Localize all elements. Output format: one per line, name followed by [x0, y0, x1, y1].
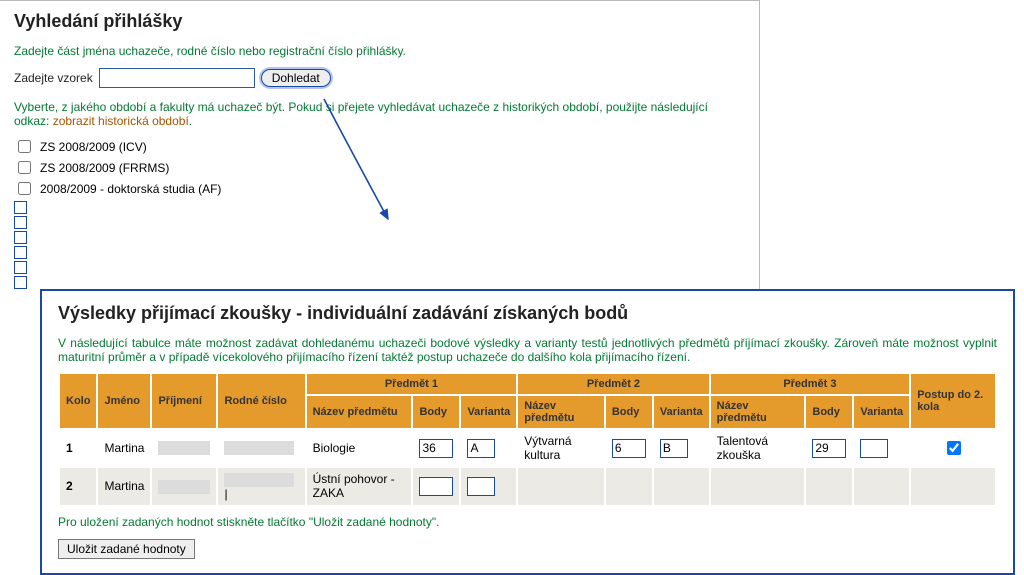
col-varianta: Varianta: [853, 395, 910, 429]
cell-jmeno: Martina: [97, 429, 151, 467]
table-row: 2 Martina | Ústní pohovor - ZAKA: [59, 467, 996, 506]
col-predmet1: Předmět 1: [306, 373, 518, 395]
cell-p1-name: Biologie: [306, 429, 413, 467]
cell-p3-name: Talentová zkouška: [710, 429, 806, 467]
col-nazev: Název předmětu: [517, 395, 605, 429]
search-label: Zadejte vzorek: [14, 71, 93, 85]
period-checkbox[interactable]: [18, 161, 31, 174]
col-kolo: Kolo: [59, 373, 97, 429]
col-predmet3: Předmět 3: [710, 373, 911, 395]
cell-postup: [910, 467, 996, 506]
save-button[interactable]: Uložit zadané hodnoty: [58, 539, 195, 559]
cell-p2-name: Výtvarná kultura: [517, 429, 605, 467]
period-checkbox-placeholder: [14, 246, 27, 259]
history-link[interactable]: zobrazit historická období: [53, 114, 189, 128]
period-checkbox-placeholder: [14, 231, 27, 244]
period-checkbox[interactable]: [18, 182, 31, 195]
save-hint: Pro uložení zadaných hodnot stiskněte tl…: [58, 515, 997, 529]
col-postup: Postup do 2. kola: [910, 373, 996, 429]
p1-var-input[interactable]: [467, 477, 495, 496]
period-label: ZS 2008/2009 (ICV): [40, 140, 147, 154]
cell-p3-body: [805, 467, 853, 506]
table-row: 1 Martina Biologie Výtvarná kultura Tale…: [59, 429, 996, 467]
cell-kolo: 1: [66, 441, 73, 455]
cell-p2-name: [517, 467, 605, 506]
cell-p1-name: Ústní pohovor - ZAKA: [306, 467, 413, 506]
p1-body-input[interactable]: [419, 439, 453, 458]
cell-rodne: [217, 429, 305, 467]
col-varianta: Varianta: [460, 395, 517, 429]
redacted: [224, 441, 294, 455]
search-panel: Vyhledání přihlášky Zadejte část jména u…: [0, 0, 760, 293]
p3-body-input[interactable]: [812, 439, 846, 458]
cell-jmeno: Martina: [97, 467, 151, 506]
col-body: Body: [412, 395, 460, 429]
period-checkbox-placeholder: [14, 276, 27, 289]
col-jmeno: Jméno: [97, 373, 151, 429]
search-form-row: Zadejte vzorek Dohledat: [14, 68, 745, 88]
period-checkbox-placeholder: [14, 261, 27, 274]
period-label: 2008/2009 - doktorská studia (AF): [40, 182, 221, 196]
period-item: 2008/2009 - doktorská studia (AF): [14, 178, 745, 199]
col-nazev: Název předmětu: [306, 395, 413, 429]
p3-var-input[interactable]: [860, 439, 888, 458]
cell-kolo: 2: [66, 479, 73, 493]
search-title: Vyhledání přihlášky: [14, 11, 745, 32]
results-panel: Výsledky přijímací zkoušky - individuáln…: [40, 289, 1015, 575]
redacted: [158, 480, 210, 494]
cell-prijmeni: [151, 467, 217, 506]
cell-p3-var: [853, 467, 910, 506]
col-body: Body: [805, 395, 853, 429]
cell-rodne: |: [217, 467, 305, 506]
redacted: [158, 441, 210, 455]
postup-checkbox[interactable]: [947, 441, 961, 455]
period-label: ZS 2008/2009 (FRRMS): [40, 161, 169, 175]
search-button[interactable]: Dohledat: [261, 69, 331, 87]
results-table: Kolo Jméno Příjmení Rodné číslo Předmět …: [58, 372, 997, 507]
period-checkbox[interactable]: [18, 140, 31, 153]
period-item: ZS 2008/2009 (ICV): [14, 136, 745, 157]
p1-var-input[interactable]: [467, 439, 495, 458]
period-list: ZS 2008/2009 (ICV) ZS 2008/2009 (FRRMS) …: [14, 136, 745, 199]
cell-prijmeni: [151, 429, 217, 467]
cell-p2-var: [653, 467, 710, 506]
results-title: Výsledky přijímací zkoušky - individuáln…: [58, 303, 997, 324]
col-predmet2: Předmět 2: [517, 373, 709, 395]
col-rodne: Rodné číslo: [217, 373, 305, 429]
results-intro: V následující tabulce máte možnost zadáv…: [58, 336, 997, 364]
cell-p3-name: [710, 467, 806, 506]
search-hint: Zadejte část jména uchazeče, rodné číslo…: [14, 44, 745, 58]
period-checkbox-placeholder: [14, 201, 27, 214]
search-input[interactable]: [99, 68, 255, 88]
col-varianta: Varianta: [653, 395, 710, 429]
redacted: [224, 473, 294, 487]
period-hint: Vyberte, z jakého období a fakulty má uc…: [14, 100, 745, 128]
col-body: Body: [605, 395, 653, 429]
col-prijmeni: Příjmení: [151, 373, 217, 429]
period-item: ZS 2008/2009 (FRRMS): [14, 157, 745, 178]
col-nazev: Název předmětu: [710, 395, 806, 429]
p2-body-input[interactable]: [612, 439, 646, 458]
p1-body-input[interactable]: [419, 477, 453, 496]
period-more-indicators: [14, 201, 745, 289]
cell-p2-body: [605, 467, 653, 506]
period-checkbox-placeholder: [14, 216, 27, 229]
p2-var-input[interactable]: [660, 439, 688, 458]
